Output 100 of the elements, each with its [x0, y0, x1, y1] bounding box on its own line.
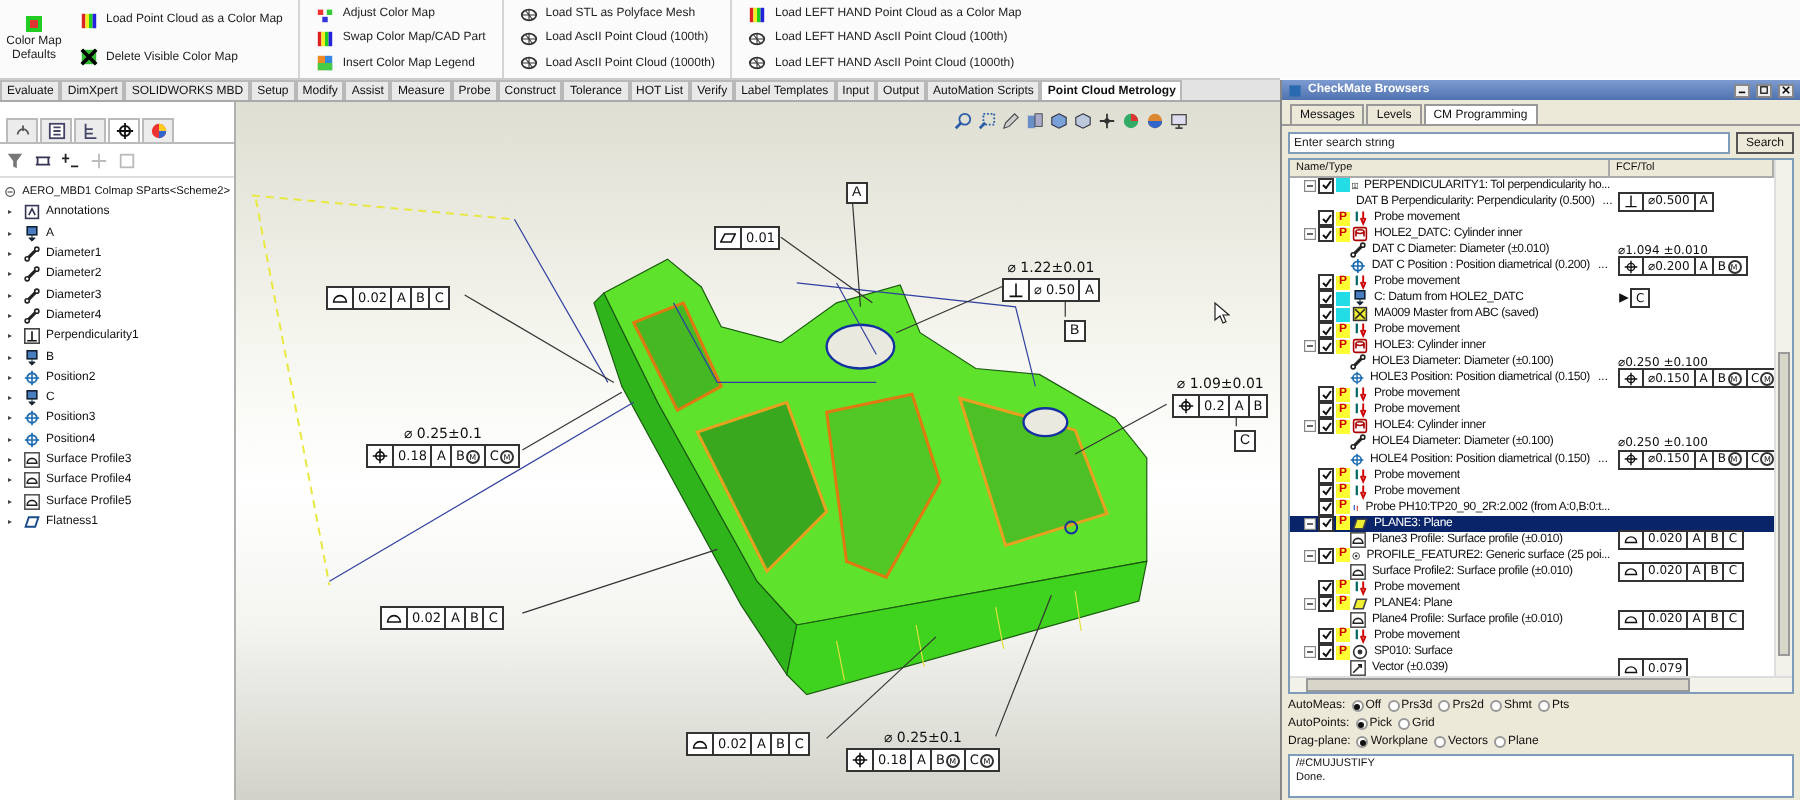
expand-arrow-icon[interactable]	[8, 458, 12, 462]
diameter-icon	[1350, 434, 1366, 451]
expand-arrow-icon[interactable]	[8, 252, 12, 257]
color-map-icon	[748, 5, 767, 24]
radio-button[interactable]	[1537, 700, 1550, 712]
radio-button[interactable]	[1489, 700, 1502, 712]
checkbox[interactable]	[1318, 226, 1334, 243]
crosshair-icon	[24, 431, 40, 448]
panel-tab[interactable]	[40, 118, 72, 142]
adjust-icon	[316, 5, 335, 24]
radio-button[interactable]	[1355, 718, 1368, 730]
checkbox[interactable]	[1318, 306, 1334, 323]
crosshair-icon	[1350, 451, 1365, 468]
cylinder-icon	[1352, 338, 1368, 355]
window-icon	[1288, 83, 1302, 97]
checkbox[interactable]	[1318, 338, 1334, 355]
delete-icon	[80, 48, 98, 67]
perpendicularity-symbol-icon	[1624, 194, 1638, 209]
filter-icon[interactable]	[6, 152, 24, 170]
profile-symbol-icon	[332, 290, 348, 306]
leader-line	[995, 594, 1052, 737]
expand-arrow-icon[interactable]	[8, 396, 12, 401]
color-map-icon	[80, 11, 98, 30]
expand-arrow-icon[interactable]	[8, 293, 12, 298]
checkbox[interactable]	[1318, 210, 1334, 227]
expand-arrow-icon[interactable]	[8, 416, 12, 421]
scrollbar-thumb[interactable]	[1778, 352, 1790, 656]
radio-button[interactable]	[1433, 736, 1446, 748]
profile-icon	[24, 472, 40, 489]
close-icon	[1782, 86, 1790, 94]
checkmark-icon	[1321, 180, 1331, 191]
datum-icon	[24, 225, 40, 242]
maximize-button[interactable]	[1756, 83, 1772, 97]
radio-button[interactable]	[1387, 700, 1400, 712]
cylinder-icon	[1352, 226, 1368, 243]
pencil-icon	[1002, 112, 1020, 130]
checkbox[interactable]	[1318, 579, 1334, 596]
checkbox[interactable]	[1318, 644, 1334, 660]
panel-tab[interactable]	[108, 118, 140, 142]
close-button[interactable]	[1778, 83, 1794, 97]
mesh-icon	[748, 54, 767, 73]
section-view-icon	[1026, 112, 1044, 130]
radio-button[interactable]	[1356, 736, 1369, 748]
profile-symbol-icon	[692, 736, 708, 752]
checkbox[interactable]	[1318, 547, 1334, 564]
expand-arrow-icon[interactable]	[8, 478, 12, 483]
panel-tab[interactable]	[74, 118, 106, 142]
flatness-symbol-icon	[720, 230, 736, 246]
expand-arrow-icon[interactable]	[8, 437, 12, 442]
checkbox[interactable]	[1318, 290, 1334, 307]
radio-button[interactable]	[1438, 700, 1451, 712]
expand-arrow-icon[interactable]	[8, 499, 12, 504]
profile-symbol-icon	[1624, 612, 1638, 627]
search-icon	[954, 112, 972, 130]
expand-arrow-icon[interactable]	[8, 231, 12, 236]
profile-icon	[1350, 531, 1366, 548]
diameter-icon	[1350, 242, 1366, 259]
expand-arrow-icon[interactable]	[8, 375, 12, 380]
checkbox[interactable]	[1318, 402, 1334, 419]
expand-arrow-icon[interactable]	[8, 519, 12, 524]
plane-icon	[1352, 515, 1368, 532]
scrollbar[interactable]	[1290, 676, 1792, 692]
checkbox[interactable]	[1318, 467, 1334, 484]
crosshair-icon	[24, 410, 40, 427]
datum-icon	[24, 349, 40, 366]
cylinder-icon	[1352, 418, 1368, 435]
checkbox[interactable]	[1318, 627, 1334, 644]
scrollbar[interactable]	[1774, 160, 1792, 676]
profile-symbol-icon	[386, 610, 402, 626]
probe-arrow-icon	[1352, 579, 1368, 596]
collapse-icon[interactable]	[1303, 517, 1315, 530]
color-map-icon	[24, 14, 44, 34]
profile-icon	[24, 493, 40, 510]
diameter-icon	[1350, 354, 1366, 371]
ruler-icon[interactable]	[34, 152, 52, 170]
minimize-button[interactable]	[1734, 83, 1750, 97]
checkbox[interactable]	[1318, 386, 1334, 403]
sphere-icon	[1146, 112, 1164, 130]
position-symbol-icon	[372, 448, 388, 464]
radio-button[interactable]	[1398, 718, 1411, 730]
vector-icon	[1350, 660, 1366, 677]
expand-arrow-icon[interactable]	[8, 313, 12, 318]
expand-arrow-icon[interactable]	[8, 272, 12, 277]
perpendicular-icon	[1352, 177, 1359, 194]
probe-arrow-icon	[1352, 627, 1368, 644]
checkbox[interactable]	[1318, 418, 1334, 435]
checkbox[interactable]	[1318, 274, 1334, 291]
position-symbol-icon	[852, 752, 868, 768]
expand-arrow-icon[interactable]	[8, 334, 12, 339]
zoom-area-icon	[978, 112, 996, 130]
expand-arrow-icon[interactable]	[8, 355, 12, 360]
radio-button[interactable]	[1351, 700, 1364, 712]
checkmark-icon	[1321, 550, 1331, 561]
plus-minus-icon[interactable]	[62, 152, 80, 170]
expand-arrow-icon[interactable]	[8, 210, 12, 215]
plane-icon	[1352, 595, 1368, 612]
radio-button[interactable]	[1493, 736, 1506, 748]
checkbox[interactable]	[1318, 322, 1334, 339]
legend-icon	[316, 54, 335, 73]
scrollbar-thumb[interactable]	[1306, 678, 1690, 692]
